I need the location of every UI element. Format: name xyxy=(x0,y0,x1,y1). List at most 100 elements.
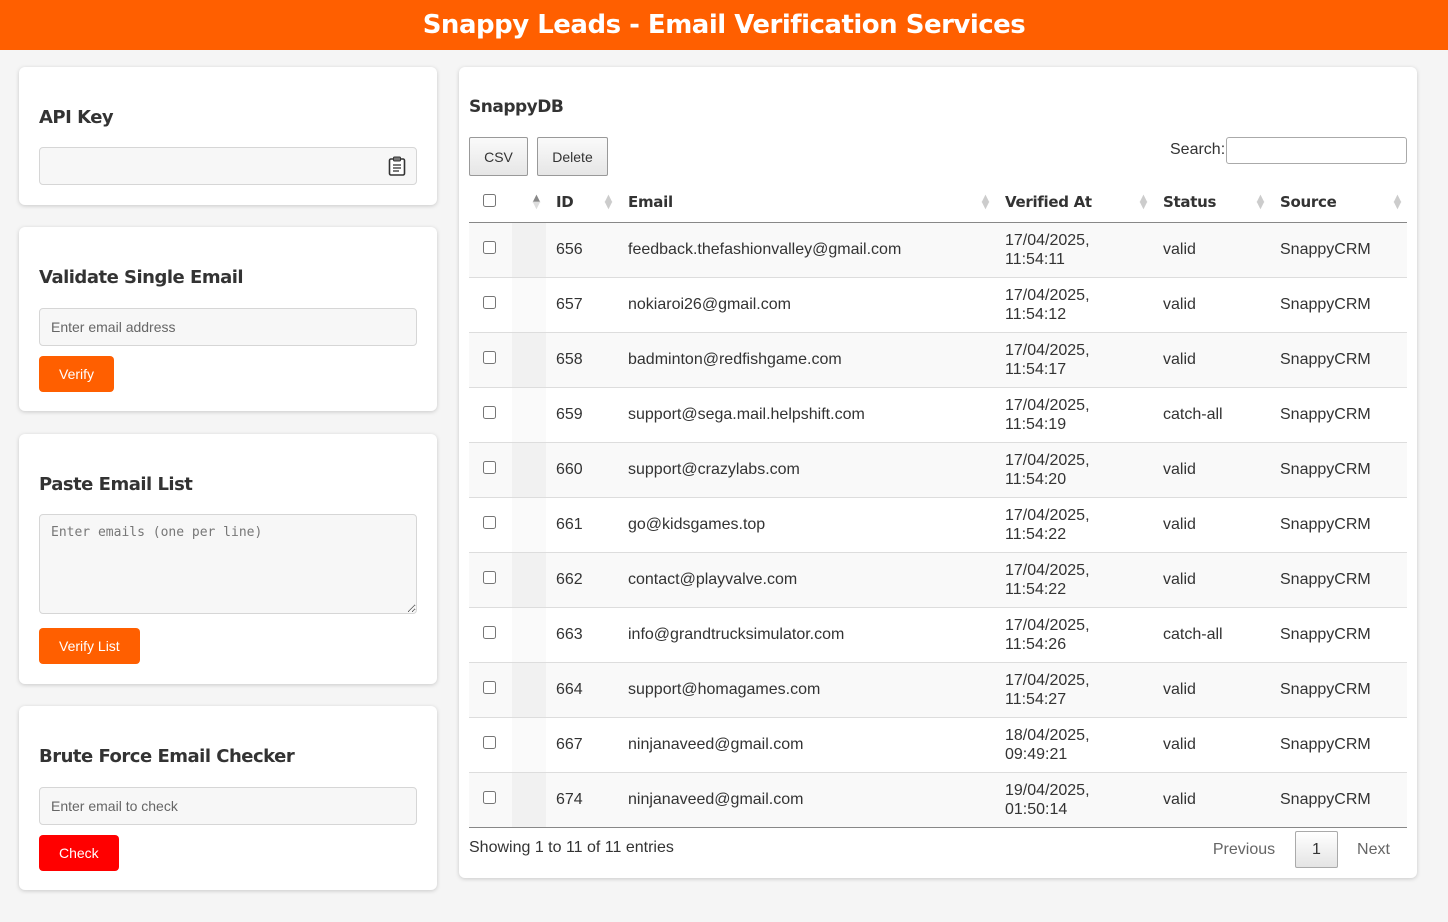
table-row[interactable]: 664 support@homagames.com 17/04/2025, 11:54… xyxy=(469,662,1407,718)
csv-button[interactable]: CSV xyxy=(469,137,528,176)
row-checkbox[interactable] xyxy=(483,791,496,804)
api-key-field-wrapper xyxy=(39,147,417,185)
table-row[interactable]: 656 feedback.thefashionvalley@gmail.com 17… xyxy=(469,222,1407,278)
pagination-next[interactable]: Next xyxy=(1345,831,1402,868)
row-email: info@grandtrucksimulator.com xyxy=(618,607,995,663)
single-email-field-wrapper xyxy=(39,308,417,346)
row-select-cell xyxy=(469,497,512,553)
column-header-verified-at[interactable]: Verified At ▲ ▼ xyxy=(995,183,1153,223)
pagination-previous[interactable]: Previous xyxy=(1204,831,1284,868)
check-button[interactable]: Check xyxy=(39,835,119,871)
row-verified-at: 17/04/2025, 11:54:17 xyxy=(995,332,1153,388)
verify-list-button[interactable]: Verify List xyxy=(39,628,140,664)
column-header-blank[interactable]: ▲ ▼ xyxy=(512,183,546,223)
row-blank-cell xyxy=(512,497,546,553)
row-select-cell xyxy=(469,662,512,718)
row-email: support@sega.mail.helpshift.com xyxy=(618,387,995,443)
row-checkbox[interactable] xyxy=(483,241,496,254)
verify-button[interactable]: Verify xyxy=(39,356,115,392)
row-checkbox[interactable] xyxy=(483,736,496,749)
row-email: ninjanaveed@gmail.com xyxy=(618,717,995,773)
row-blank-cell xyxy=(512,552,546,608)
single-email-input[interactable] xyxy=(40,309,416,345)
brute-force-card: Brute Force Email Checker Check xyxy=(19,706,437,890)
pagination-page-1[interactable]: 1 xyxy=(1295,831,1338,868)
row-blank-cell xyxy=(512,442,546,498)
row-checkbox[interactable] xyxy=(483,406,496,419)
table-row[interactable]: 657 nokiaroi26@gmail.com 17/04/2025, 11:54:… xyxy=(469,277,1407,333)
sort-arrows-icon: ▲ ▼ xyxy=(1256,193,1265,211)
row-source: SnappyCRM xyxy=(1270,497,1407,553)
api-key-input[interactable] xyxy=(40,148,416,184)
row-status: valid xyxy=(1153,332,1270,388)
row-select-cell xyxy=(469,772,512,828)
paste-list-title: Paste Email List xyxy=(39,474,193,495)
table-header-row: ▲ ▼ ID ▲ ▼ Email ▲ ▼ Verified At ▲ ▼ Status ▲ ▼ S… xyxy=(469,183,1407,223)
row-email: feedback.thefashionvalley@gmail.com xyxy=(618,222,995,278)
row-id: 674 xyxy=(546,772,618,828)
sort-arrows-icon: ▲ ▼ xyxy=(532,193,541,211)
table-row[interactable]: 667 ninjanaveed@gmail.com 18/04/2025, 09:49… xyxy=(469,717,1407,773)
brute-force-title: Brute Force Email Checker xyxy=(39,746,295,767)
row-status: valid xyxy=(1153,552,1270,608)
row-source: SnappyCRM xyxy=(1270,717,1407,773)
table-row[interactable]: 658 badminton@redfishgame.com 17/04/2025, 1… xyxy=(469,332,1407,388)
row-email: support@homagames.com xyxy=(618,662,995,718)
row-source: SnappyCRM xyxy=(1270,332,1407,388)
table-row[interactable]: 674 ninjanaveed@gmail.com 19/04/2025, 01:50… xyxy=(469,772,1407,828)
paste-list-card: Paste Email List Verify List xyxy=(19,434,437,684)
row-select-cell xyxy=(469,277,512,333)
column-header-id[interactable]: ID ▲ ▼ xyxy=(546,183,618,223)
brute-email-input[interactable] xyxy=(40,788,416,824)
email-list-textarea[interactable] xyxy=(40,515,416,613)
api-key-title: API Key xyxy=(39,107,114,128)
table-row[interactable]: 661 go@kidsgames.top 17/04/2025, 11:54:22 va… xyxy=(469,497,1407,553)
row-select-cell xyxy=(469,387,512,443)
snappydb-title: SnappyDB xyxy=(469,97,564,117)
row-verified-at: 17/04/2025, 11:54:19 xyxy=(995,387,1153,443)
row-select-cell xyxy=(469,222,512,278)
app-header: Snappy Leads - Email Verification Servic… xyxy=(0,0,1448,50)
row-blank-cell xyxy=(512,332,546,388)
row-email: contact@playvalve.com xyxy=(618,552,995,608)
api-key-card: API Key xyxy=(19,67,437,205)
table-row[interactable]: 663 info@grandtrucksimulator.com 17/04/202… xyxy=(469,607,1407,663)
row-blank-cell xyxy=(512,607,546,663)
select-all-checkbox[interactable] xyxy=(483,194,496,208)
row-checkbox[interactable] xyxy=(483,626,496,639)
emails-table: ▲ ▼ ID ▲ ▼ Email ▲ ▼ Verified At ▲ ▼ Status ▲ ▼ S… xyxy=(469,183,1407,828)
row-blank-cell xyxy=(512,277,546,333)
search-input[interactable] xyxy=(1226,137,1407,164)
column-header-status[interactable]: Status ▲ ▼ xyxy=(1153,183,1270,223)
table-row[interactable]: 660 support@crazylabs.com 17/04/2025, 11:54… xyxy=(469,442,1407,498)
row-checkbox[interactable] xyxy=(483,571,496,584)
row-email: go@kidsgames.top xyxy=(618,497,995,553)
column-header-source[interactable]: Source ▲ ▼ xyxy=(1270,183,1407,223)
row-checkbox[interactable] xyxy=(483,351,496,364)
column-header-email[interactable]: Email ▲ ▼ xyxy=(618,183,995,223)
row-source: SnappyCRM xyxy=(1270,552,1407,608)
row-status: valid xyxy=(1153,442,1270,498)
table-info: Showing 1 to 11 of 11 entries xyxy=(469,839,674,856)
sort-arrows-icon: ▲ ▼ xyxy=(604,193,613,211)
row-source: SnappyCRM xyxy=(1270,442,1407,498)
brute-email-field-wrapper xyxy=(39,787,417,825)
row-blank-cell xyxy=(512,717,546,773)
row-blank-cell xyxy=(512,662,546,718)
row-id: 657 xyxy=(546,277,618,333)
row-checkbox[interactable] xyxy=(483,681,496,694)
row-checkbox[interactable] xyxy=(483,296,496,309)
row-status: valid xyxy=(1153,662,1270,718)
row-verified-at: 17/04/2025, 11:54:20 xyxy=(995,442,1153,498)
row-checkbox[interactable] xyxy=(483,516,496,529)
row-email: support@crazylabs.com xyxy=(618,442,995,498)
row-id: 662 xyxy=(546,552,618,608)
row-id: 659 xyxy=(546,387,618,443)
clipboard-icon[interactable] xyxy=(388,156,406,176)
row-checkbox[interactable] xyxy=(483,461,496,474)
delete-button[interactable]: Delete xyxy=(537,137,608,176)
table-row[interactable]: 659 support@sega.mail.helpshift.com 17/04/… xyxy=(469,387,1407,443)
row-id: 656 xyxy=(546,222,618,278)
row-id: 664 xyxy=(546,662,618,718)
table-row[interactable]: 662 contact@playvalve.com 17/04/2025, 11:54… xyxy=(469,552,1407,608)
